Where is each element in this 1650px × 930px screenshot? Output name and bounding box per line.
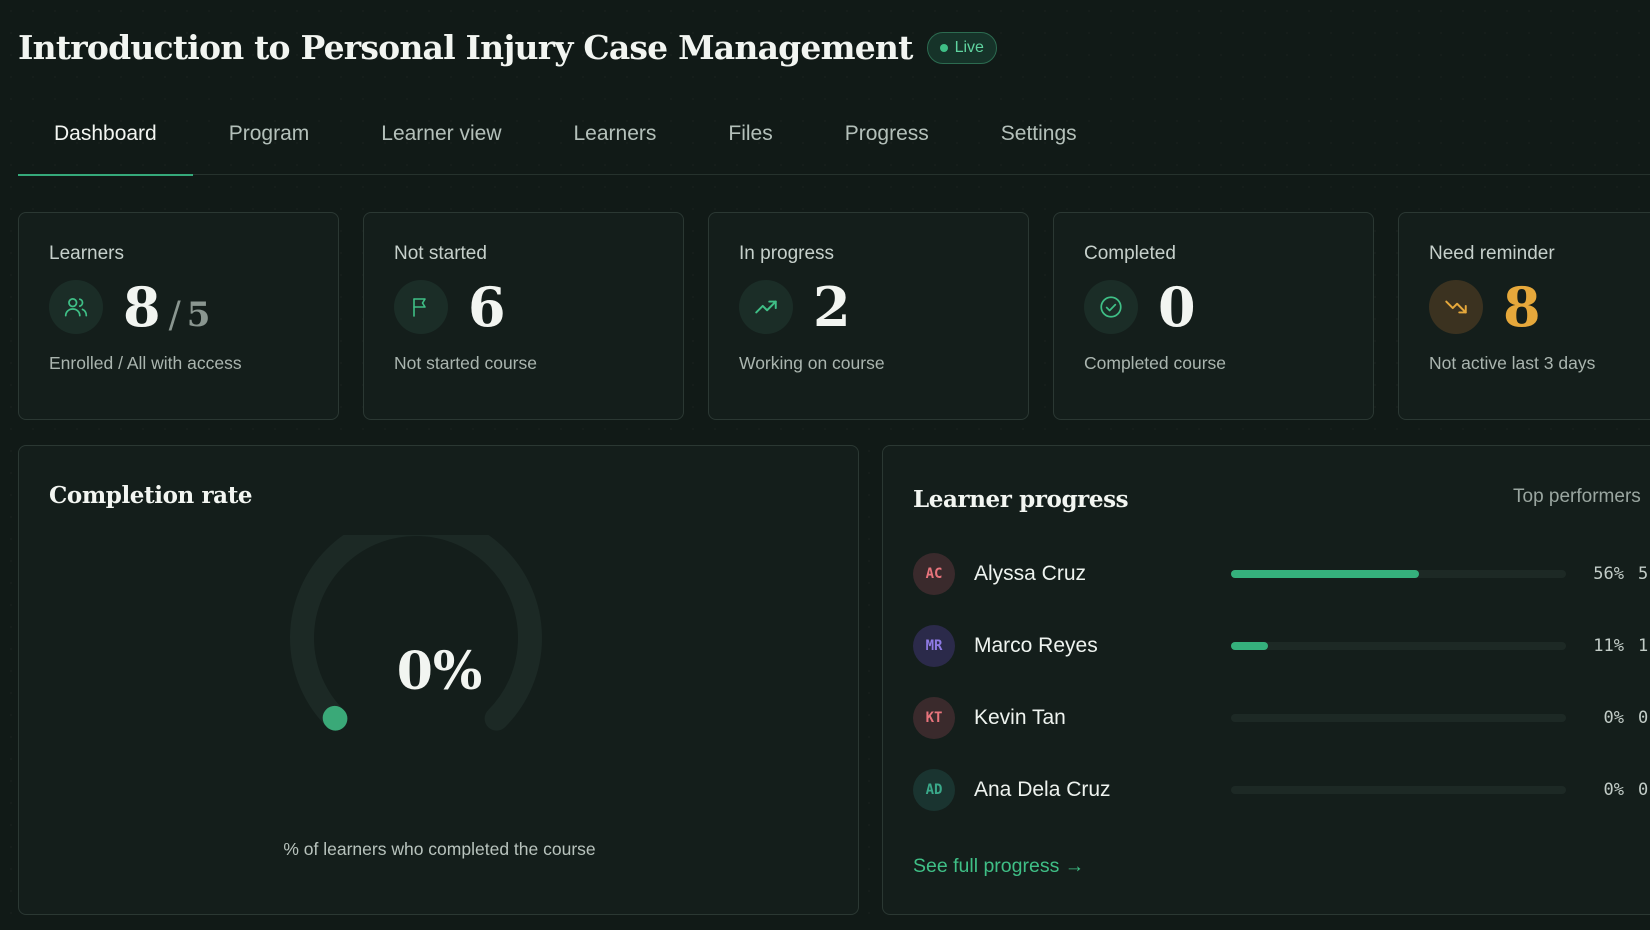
learner-progress-title: Learner progress [913,486,1129,513]
list-item[interactable]: AD Ana Dela Cruz 0% 0 [913,769,1650,811]
tab-bar: Dashboard Program Learner view Learners … [18,104,1650,176]
gauge-fill [322,705,348,731]
avatar: KT [913,697,955,739]
tab-progress[interactable]: Progress [809,104,965,175]
users-icon [49,280,103,334]
learner-name: Ana Dela Cruz [974,778,1111,801]
stat-card-in-progress: In progress 2 Working on course [708,212,1029,420]
stat-card-need-reminder: Need reminder 8 Not active last 3 days [1398,212,1650,420]
learner-name: Marco Reyes [974,634,1098,657]
trending-down-icon [1429,280,1483,334]
stat-label: Completed [1084,243,1176,264]
list-item[interactable]: MR Marco Reyes 11% 1 [913,625,1650,667]
stat-label: Need reminder [1429,243,1555,264]
avatar: AD [913,769,955,811]
stat-value: 8 [123,275,161,339]
top-performers-label[interactable]: Top performers [1513,486,1641,508]
tab-learners[interactable]: Learners [538,104,693,175]
stat-value: 8 [1503,275,1541,339]
stat-label: Learners [49,243,124,264]
stat-separator: / [168,294,181,336]
completion-rate-title: Completion rate [49,482,253,509]
stat-total: 5 [186,295,211,335]
page-title: Introduction to Personal Injury Case Man… [18,28,913,67]
progress-bar [1231,714,1566,722]
progress-percent: 56% [1593,564,1624,584]
see-full-progress-link[interactable]: See full progress → [913,855,1084,878]
avatar: MR [913,625,955,667]
stat-label: Not started [394,243,487,264]
learner-name: Alyssa Cruz [974,562,1087,585]
completion-gauge [290,535,542,731]
stat-label: In progress [739,243,835,264]
stat-subtitle: Completed course [1084,353,1227,373]
list-item[interactable]: AC Alyssa Cruz 56% 5 [913,553,1650,595]
progress-percent: 11% [1593,636,1624,656]
status-badge-label: Live [954,38,984,56]
progress-bar [1231,570,1566,578]
live-dot-icon [939,43,948,52]
tab-learner-view[interactable]: Learner view [345,104,537,175]
gauge-track [290,535,542,731]
progress-bar [1231,642,1566,650]
status-badge: Live [926,31,997,64]
flag-icon [394,280,448,334]
stat-value: 6 [468,275,506,339]
progress-bar-fill [1231,570,1419,578]
stat-cards: Learners 8 / 5 Enrolled / All with acces… [18,212,1650,420]
progress-percent: 0% [1603,780,1624,800]
learner-name: Kevin Tan [974,706,1066,729]
stat-card-not-started: Not started 6 Not started course [363,212,684,420]
progress-extra: 0 [1638,780,1649,800]
tab-dashboard[interactable]: Dashboard [18,104,193,176]
check-circle-icon [1084,280,1138,334]
progress-extra: 0 [1638,708,1649,728]
stat-subtitle: Working on course [739,353,885,373]
stat-subtitle: Not started course [394,353,537,373]
tab-settings[interactable]: Settings [965,104,1113,175]
stat-subtitle: Not active last 3 days [1429,353,1596,373]
stat-value: 2 [813,275,851,339]
progress-bar [1231,786,1566,794]
page-header: Introduction to Personal Injury Case Man… [18,28,997,67]
tab-program[interactable]: Program [193,104,346,175]
trending-up-icon [739,280,793,334]
stat-card-learners: Learners 8 / 5 Enrolled / All with acces… [18,212,339,420]
stat-subtitle: Enrolled / All with access [49,353,242,373]
progress-percent: 0% [1603,708,1624,728]
stat-value: 0 [1158,275,1196,339]
progress-extra: 5 [1638,564,1649,584]
learner-progress-panel: Learner progress Top performers AC Alyss… [882,445,1650,915]
stat-card-completed: Completed 0 Completed course [1053,212,1374,420]
tab-files[interactable]: Files [692,104,808,175]
progress-bar-fill [1231,642,1268,650]
progress-extra: 1 [1638,636,1649,656]
list-item[interactable]: KT Kevin Tan 0% 0 [913,697,1650,739]
avatar: AC [913,553,955,595]
completion-rate-caption: % of learners who completed the course [283,839,596,859]
